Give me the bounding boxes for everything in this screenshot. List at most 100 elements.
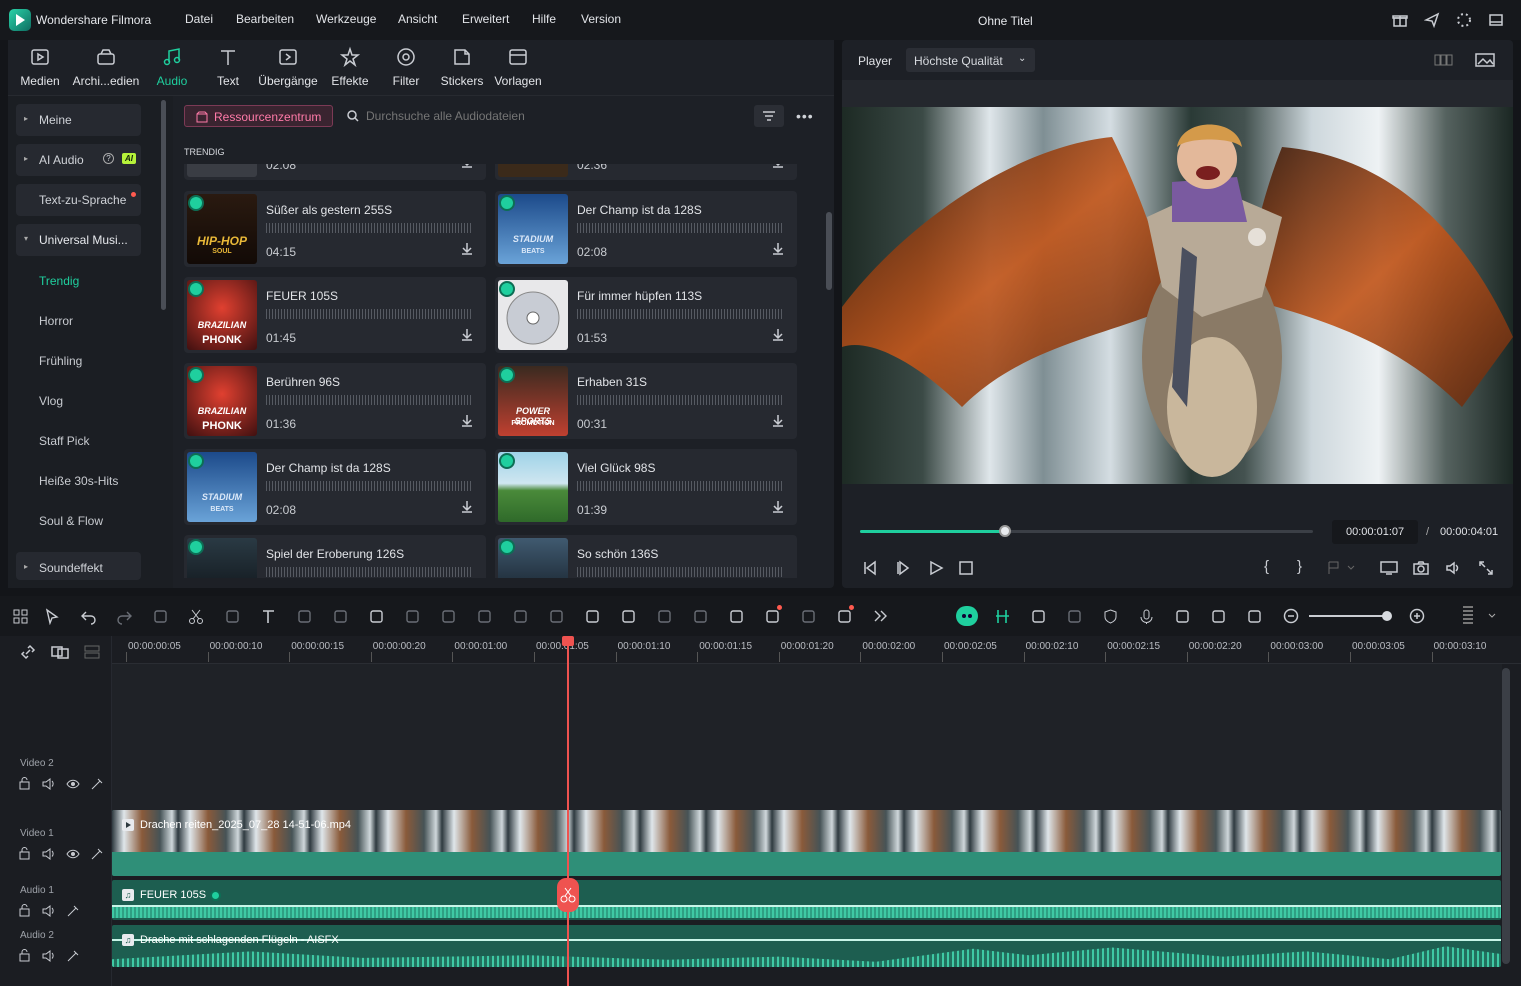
grid-view-icon[interactable] <box>1434 52 1454 68</box>
music-icon[interactable] <box>728 608 745 625</box>
undo-icon[interactable] <box>80 608 97 625</box>
sidebar-subitem[interactable]: Trendig <box>39 274 79 288</box>
freeze-icon[interactable] <box>440 608 457 625</box>
timeline-settings-icon[interactable] <box>1461 604 1497 626</box>
audio-effect-icon[interactable] <box>66 904 80 918</box>
preview-icon[interactable] <box>1066 608 1083 625</box>
sidebar-scrollbar[interactable] <box>161 100 166 310</box>
split-scissors-icon[interactable] <box>557 878 579 912</box>
shield-icon[interactable] <box>1102 608 1119 625</box>
microphone-icon[interactable] <box>1138 608 1155 625</box>
link-icon[interactable] <box>20 644 36 660</box>
sidebar-item-universal-music[interactable]: ▾ Universal Musi... <box>16 224 141 256</box>
video-clip[interactable]: Drachen reiten_2025_07_28 14-51-06.mp4 <box>112 810 1501 876</box>
zoom-slider[interactable] <box>1309 611 1392 621</box>
volume-icon[interactable] <box>1445 560 1461 576</box>
video-preview[interactable] <box>842 107 1513 484</box>
download-icon[interactable] <box>771 413 785 427</box>
menu-ansicht[interactable]: Ansicht <box>398 12 437 26</box>
marker-icon[interactable] <box>1326 560 1356 576</box>
playback-progress-bar[interactable] <box>860 525 1313 537</box>
timeline-scrollbar[interactable] <box>1502 668 1510 964</box>
marker-add-icon[interactable] <box>764 605 782 625</box>
group-icon[interactable] <box>51 644 69 660</box>
auto-beat-icon[interactable] <box>656 608 673 625</box>
translate-icon[interactable] <box>620 608 637 625</box>
fit-icon[interactable] <box>1246 608 1263 625</box>
toolbar-filter-button[interactable]: Filter <box>378 46 434 88</box>
audio-sync-icon[interactable] <box>548 608 565 625</box>
toolbar-sticker-button[interactable]: Stickers <box>434 46 490 88</box>
track-card[interactable]: POWER SPORTS PROMOTION Erhaben 31S 00:31 <box>495 363 797 439</box>
sidebar-subitem[interactable]: Horror <box>39 314 73 328</box>
menu-hilfe[interactable]: Hilfe <box>532 12 556 26</box>
gift-icon[interactable] <box>1392 12 1408 28</box>
resource-center-button[interactable]: Ressourcenzentrum <box>184 105 333 127</box>
track-card[interactable]: Für immer hüpfen 113S 01:53 <box>495 277 797 353</box>
mark-out-icon[interactable]: } <box>1297 558 1302 575</box>
track-card[interactable]: Viel Glück 98S 01:39 <box>495 449 797 525</box>
track-card[interactable]: BRAZILIAN PHONK FEUER 105S 01:45 <box>184 277 486 353</box>
zoom-in-icon[interactable] <box>1409 608 1425 624</box>
motion-track-icon[interactable] <box>800 608 817 625</box>
video2-track-area[interactable] <box>112 664 1502 810</box>
track-card[interactable]: Spiel der Eroberung 126S <box>184 535 486 578</box>
next-frame-icon[interactable] <box>895 560 911 576</box>
timer-icon[interactable] <box>404 608 421 625</box>
track-card[interactable]: So schön 136S <box>495 535 797 578</box>
sidebar-subitem[interactable]: Vlog <box>39 394 63 408</box>
more-tools-icon[interactable] <box>872 608 889 625</box>
speaker-icon[interactable] <box>42 777 56 791</box>
lock-icon[interactable] <box>18 777 32 791</box>
search-input[interactable] <box>366 106 736 126</box>
toolbar-media-button[interactable]: Medien <box>12 46 68 88</box>
display-icon[interactable] <box>1380 560 1398 576</box>
download-icon[interactable] <box>460 499 474 513</box>
audio2-clip[interactable]: ♫ Drache mit schlagenden Flügeln - AISFX <box>112 925 1501 967</box>
download-icon[interactable] <box>460 164 474 168</box>
help-icon[interactable]: ? <box>103 153 114 164</box>
audio-mix-icon[interactable] <box>1174 608 1191 625</box>
menu-werkzeuge[interactable]: Werkzeuge <box>316 12 376 26</box>
toolbar-text-button[interactable]: Text <box>200 46 256 88</box>
color-icon[interactable] <box>332 608 349 625</box>
sidebar-subitem[interactable]: Heiße 30s-Hits <box>39 474 118 488</box>
track-card-partial[interactable]: 02:36 <box>495 164 797 180</box>
speaker-icon[interactable] <box>42 847 56 861</box>
playback-scrubber-handle[interactable] <box>998 525 1011 537</box>
sidebar-item-text-to-speech[interactable]: Text-zu-Sprache <box>16 184 141 216</box>
zoom-out-icon[interactable] <box>1283 608 1299 624</box>
lock-icon[interactable] <box>18 904 32 918</box>
ai-voice-icon[interactable] <box>836 605 854 625</box>
quality-select[interactable]: Höchste Qualität ⌄ <box>906 48 1035 72</box>
library-scrollbar[interactable] <box>826 212 832 290</box>
menu-bearbeiten[interactable]: Bearbeiten <box>236 12 294 26</box>
toolbar-archive-button[interactable]: Archi...edien <box>73 46 139 88</box>
audio-effect-icon[interactable] <box>90 777 104 791</box>
track-card-partial[interactable]: 02:08 <box>184 164 486 180</box>
menu-version[interactable]: Version <box>581 12 621 26</box>
toolbar-template-button[interactable]: Vorlagen <box>490 46 546 88</box>
select-grid-icon[interactable] <box>12 608 29 625</box>
track-card[interactable]: STADIUM BEATS Der Champ ist da 128S 02:08 <box>495 191 797 267</box>
stop-icon[interactable] <box>958 560 974 576</box>
audio-effect-icon[interactable] <box>90 847 104 861</box>
pointer-icon[interactable] <box>44 608 61 625</box>
speaker-icon[interactable] <box>42 949 56 963</box>
ai-assistant-icon[interactable] <box>956 606 978 626</box>
toolbar-transition-button[interactable]: Übergänge <box>258 46 318 88</box>
snapshot-icon[interactable] <box>1413 560 1429 576</box>
fullscreen-icon[interactable] <box>1478 560 1494 576</box>
playhead-line[interactable] <box>567 644 569 986</box>
eye-icon[interactable] <box>66 847 80 861</box>
ai-edit-icon[interactable] <box>368 608 385 625</box>
stabilize-icon[interactable] <box>692 608 709 625</box>
menu-erweitert[interactable]: Erweitert <box>462 12 509 26</box>
sidebar-item-soundeffekt[interactable]: ▸ Soundeffekt <box>16 552 141 580</box>
track-card[interactable]: BRAZILIAN PHONK Berühren 96S 01:36 <box>184 363 486 439</box>
thumbnail-icon[interactable] <box>1210 608 1227 625</box>
toolbar-effects-button[interactable]: Effekte <box>322 46 378 88</box>
render-icon[interactable] <box>1030 608 1047 625</box>
lock-icon[interactable] <box>18 847 32 861</box>
keyframe-icon[interactable] <box>476 608 493 625</box>
